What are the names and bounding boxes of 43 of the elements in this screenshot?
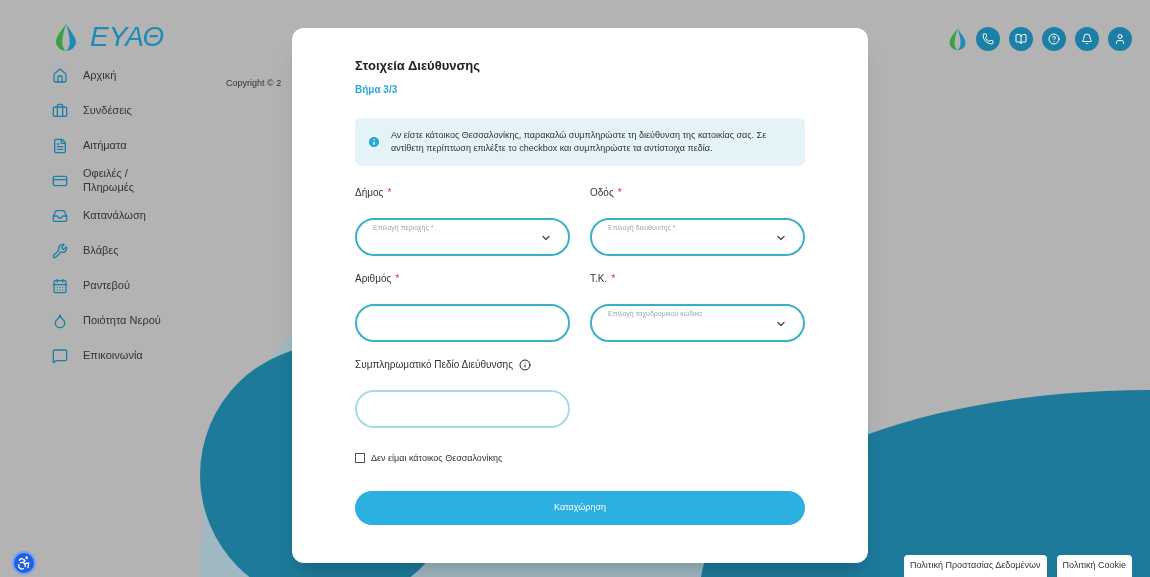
copyright-text: Copyright © 2 — [226, 77, 282, 90]
briefcase-icon — [52, 102, 68, 119]
chat-icon — [52, 347, 68, 364]
sidebar-item[interactable]: Κατανάλωση — [52, 198, 173, 233]
sidebar-item[interactable]: Ποιότητα Νερού — [52, 303, 173, 338]
sidebar-item[interactable]: Συνδέσεις — [52, 93, 173, 128]
step-indicator: Βήμα 3/3 — [355, 82, 399, 97]
sidebar-item[interactable]: Ραντεβού — [52, 268, 173, 303]
footer-link[interactable]: Πολιτική Cookie — [1056, 555, 1132, 577]
document-icon — [52, 137, 68, 154]
sidebar-item[interactable]: Επικοινωνία — [52, 338, 173, 373]
text-input-field[interactable] — [355, 389, 570, 428]
info-text: Αν είστε κάτοικος Θεσσαλονίκης, παρακαλώ συμπληρώστε τη διεύθυνση της κατοικίας σας. Σε αντίθετη περίπτωση επιλέξτε το checkbox και συμπληρώστε τα αντίστοιχα πεδία. — [391, 128, 768, 155]
field-label: Οδός * — [590, 186, 622, 200]
sidebar-item[interactable]: Αρχική — [52, 58, 173, 93]
logo-wordmark: ΕΥΑΘ — [90, 23, 165, 51]
wrench-icon — [52, 242, 68, 259]
droplet-logo-icon — [947, 27, 967, 51]
field-label: Συμπληρωματικό Πεδίο Διεύθυνσης — [355, 358, 513, 372]
footer-link[interactable]: Πολιτική Προστασίας Δεδομένων — [904, 555, 1047, 577]
phone-icon[interactable] — [976, 27, 1000, 51]
text-input-field[interactable] — [355, 303, 570, 342]
user-icon[interactable] — [1108, 27, 1132, 51]
info-icon — [367, 134, 381, 149]
home-icon — [52, 67, 68, 84]
accessibility-icon — [16, 555, 32, 571]
droplet-logo-icon — [54, 22, 78, 52]
sidebar-item[interactable]: Οφειλές / Πληρωμές — [52, 163, 173, 198]
calendar-icon — [52, 277, 68, 294]
droplet-icon — [52, 312, 68, 329]
checkbox[interactable] — [355, 453, 365, 464]
dialog-title: Στοιχεία Διεύθυνσης — [355, 57, 482, 75]
sidebar-item[interactable]: Αιτήματα — [52, 128, 173, 163]
bell-icon[interactable] — [1075, 27, 1099, 51]
inbox-icon — [52, 207, 68, 224]
field-label: Αριθμός * — [355, 272, 400, 286]
book-icon[interactable] — [1009, 27, 1033, 51]
checkbox-row[interactable]: Δεν είμαι κάτοικος Θεσσαλονίκης — [355, 451, 805, 465]
sidebar-item[interactable]: Βλάβες — [52, 233, 173, 268]
field-label: Δήμος * — [355, 186, 392, 200]
accessibility-button[interactable] — [12, 551, 36, 575]
help-icon[interactable] — [1042, 27, 1066, 51]
field-label: Τ.Κ. * — [590, 272, 616, 286]
